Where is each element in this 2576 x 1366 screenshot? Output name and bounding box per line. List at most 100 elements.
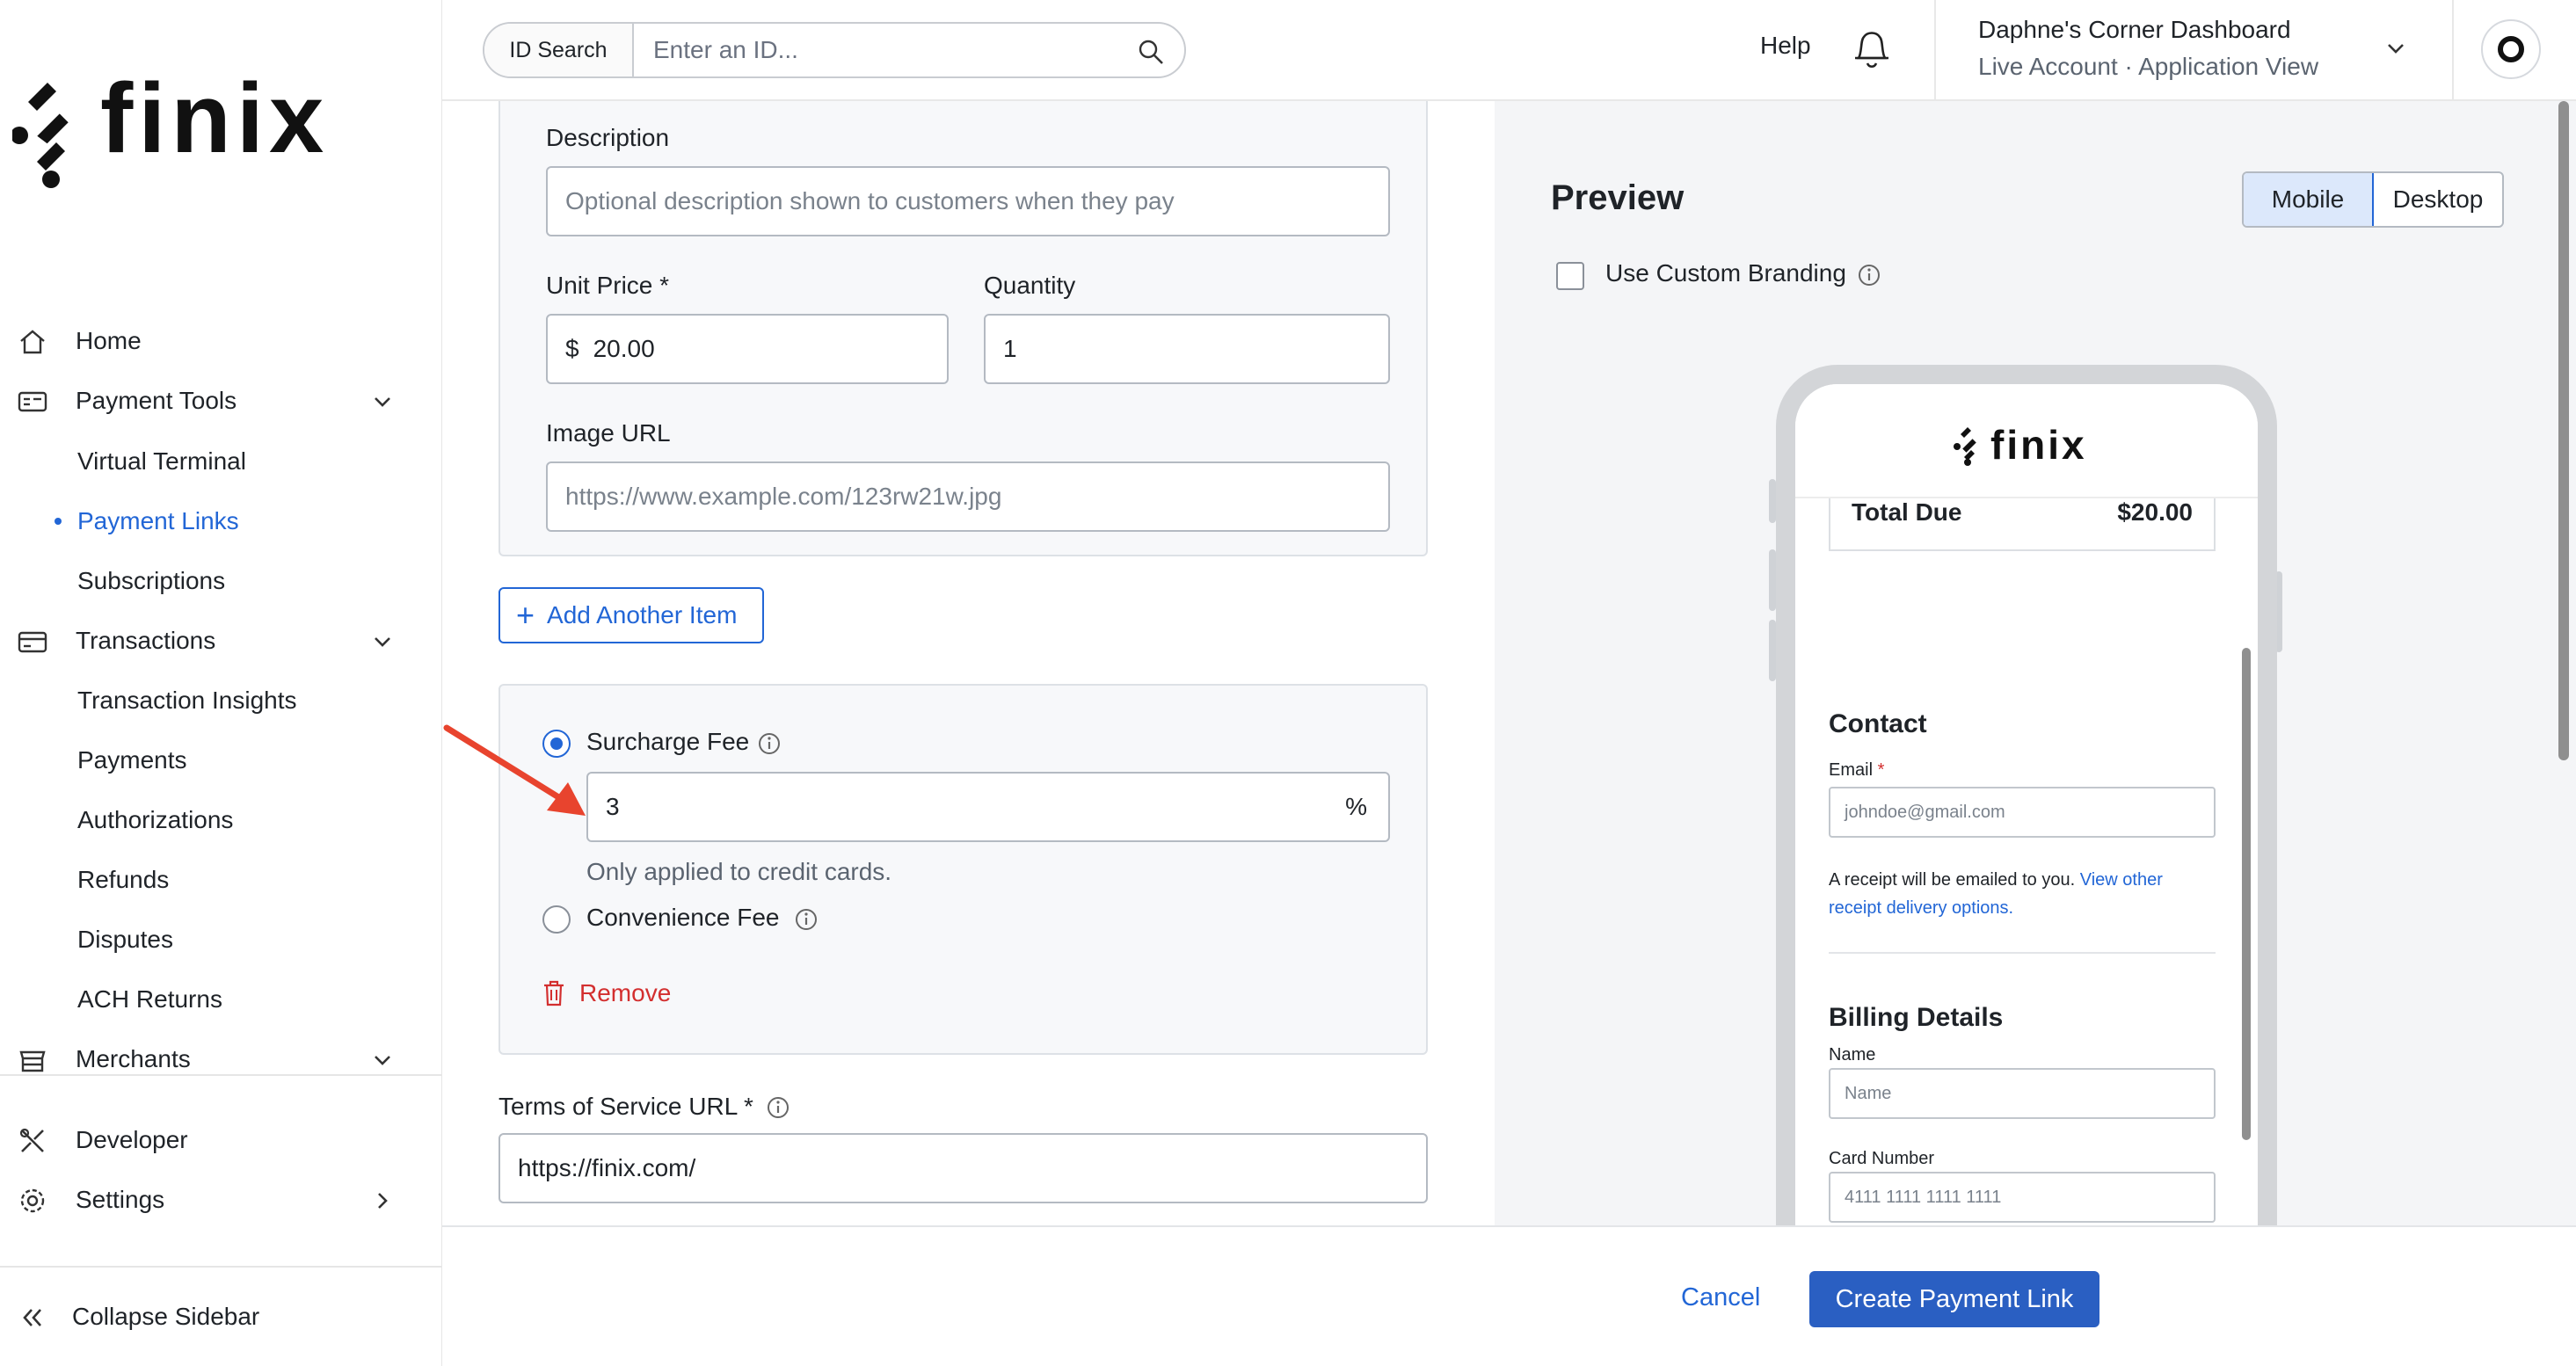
logo-wordmark: finix [100,63,330,173]
sidebar-item-payments[interactable]: Payments [77,738,187,782]
terms-of-service-input[interactable]: https://finix.com/ [498,1133,1428,1203]
top-bar: ID Search Help Daphne's Corner Dashboard… [442,0,2576,101]
phone-side-button [1769,620,1776,681]
merchants-icon [19,1050,46,1072]
preview-view-toggle[interactable]: Mobile Desktop [2242,171,2504,228]
custom-branding-checkbox[interactable] [1556,262,1584,290]
card-number-label: Card Number [1829,1149,1935,1168]
info-icon[interactable] [757,731,782,756]
desktop-toggle[interactable]: Desktop [2374,173,2502,226]
percent-icon: % [1345,793,1367,820]
phone-side-button [1769,479,1776,523]
finix-mark-icon [1954,427,1976,466]
quantity-input[interactable]: 1 [984,314,1390,384]
sidebar-item-subscriptions[interactable]: Subscriptions [77,559,225,603]
custom-branding-label: Use Custom Branding [1605,259,1846,287]
sidebar-item-home[interactable]: Home [0,315,442,367]
sidebar-item-payment-links[interactable]: Payment Links [77,499,239,543]
phone-mockup: finix Total Due $20.00 Contact Email * j… [1776,365,2277,1226]
search-icon[interactable] [1137,38,1165,66]
terms-of-service-label: Terms of Service URL * [498,1093,753,1120]
account-subtitle: Live Account · Application View [1978,53,2319,80]
phone-card-number-input[interactable]: 4111 1111 1111 1111 [1829,1172,2216,1223]
unit-price-input[interactable]: $ 20.00 [546,314,949,384]
sidebar-item-virtual-terminal[interactable]: Virtual Terminal [77,440,246,483]
chevron-right-icon[interactable] [369,1188,396,1214]
sidebar-divider [0,1074,442,1076]
help-link[interactable]: Help [1760,32,1811,60]
chevron-down-icon[interactable] [369,389,396,415]
sidebar-item-authorizations[interactable]: Authorizations [77,798,233,842]
phone-side-button [1769,549,1776,611]
preview-title: Preview [1551,178,1685,217]
sidebar-divider [0,1266,442,1268]
finix-logo[interactable]: finix [11,63,364,193]
sidebar-item-ach-returns[interactable]: ACH Returns [77,977,222,1021]
double-chevron-left-icon [23,1309,41,1326]
fee-card: Surcharge Fee 3 % Only applied to credit… [498,684,1428,1055]
chevron-down-icon[interactable] [369,629,396,655]
create-payment-link-button[interactable]: Create Payment Link [1809,1271,2099,1327]
mobile-toggle[interactable]: Mobile [2244,173,2374,226]
sidebar-item-refunds[interactable]: Refunds [77,858,169,902]
sidebar-item-label: Developer [76,1126,188,1153]
id-search-input[interactable] [634,24,1184,76]
sidebar-item-settings[interactable]: Settings [0,1173,442,1226]
sidebar-item-developer[interactable]: Developer [0,1114,442,1166]
sidebar-item-transactions[interactable]: Transactions [0,614,442,667]
surcharge-fee-label: Surcharge Fee [586,728,750,755]
info-icon[interactable] [794,907,819,932]
description-label: Description [546,124,670,151]
email-label: Email * [1829,760,1884,781]
id-search-label[interactable]: ID Search [484,24,634,76]
bell-icon[interactable] [1850,25,1894,72]
total-due-value: $20.00 [2117,498,2193,526]
currency-symbol: $ [565,335,579,362]
sidebar-item-payment-tools[interactable]: Payment Tools [0,374,442,427]
payment-tools-icon [18,391,47,412]
image-url-label: Image URL [546,419,671,447]
payment-link-form: Description Optional description shown t… [442,101,1495,1226]
collapse-sidebar-button[interactable]: Collapse Sidebar [0,1290,442,1343]
sidebar-item-disputes[interactable]: Disputes [77,918,173,962]
unit-price-label: Unit Price * [546,272,670,299]
sidebar-item-label: Merchants [76,1045,191,1072]
required-marker: * [1877,760,1885,780]
cancel-button[interactable]: Cancel [1681,1283,1760,1312]
remove-fee-button[interactable]: Remove [542,979,671,1007]
description-input[interactable]: Optional description shown to customers … [546,166,1390,236]
sidebar-item-transaction-insights[interactable]: Transaction Insights [77,679,297,723]
item-card: Description Optional description shown t… [498,101,1428,556]
phone-header: finix [1795,384,2258,498]
receipt-options-link[interactable]: View other [2080,870,2163,890]
image-url-input[interactable]: https://www.example.com/123rw21w.jpg [546,461,1390,532]
preview-scrollbar[interactable] [2558,101,2569,760]
receipt-text: A receipt will be emailed to you. View o… [1829,866,2216,922]
phone-scrollbar[interactable] [2242,648,2251,1140]
account-name: Daphne's Corner Dashboard [1978,16,2291,43]
sidebar-item-label: Payment Tools [76,387,237,414]
footer-actions: Cancel Create Payment Link [442,1225,2576,1366]
id-search[interactable]: ID Search [483,22,1186,78]
total-due-label: Total Due [1852,498,1962,526]
chevron-down-icon[interactable] [2383,35,2409,62]
avatar[interactable] [2481,19,2541,79]
convenience-fee-label: Convenience Fee [586,904,780,931]
contact-title: Contact [1829,709,1927,738]
name-label: Name [1829,1045,1876,1064]
receipt-options-link-2[interactable]: receipt delivery options. [1829,898,2013,918]
convenience-fee-radio[interactable] [542,905,571,934]
chevron-down-icon[interactable] [369,1047,396,1073]
preview-panel: Preview Mobile Desktop Use Custom Brandi… [1495,101,2576,1226]
add-another-item-button[interactable]: + Add Another Item [498,587,764,643]
info-icon[interactable] [766,1095,790,1120]
info-icon[interactable] [1857,263,1881,287]
receipt-text-body: A receipt will be emailed to you. [1829,870,2076,890]
surcharge-fee-input[interactable]: 3 % [586,772,1390,842]
phone-name-input[interactable]: Name [1829,1068,2216,1119]
sidebar-item-merchants[interactable]: Merchants [0,1033,442,1086]
phone-email-input[interactable]: johndoe@gmail.com [1829,787,2216,838]
phone-logo-wordmark: finix [1990,422,2087,468]
topbar-divider [1934,0,1936,101]
sidebar: finix Home Payment Tools Virtual Termina… [0,0,442,1366]
